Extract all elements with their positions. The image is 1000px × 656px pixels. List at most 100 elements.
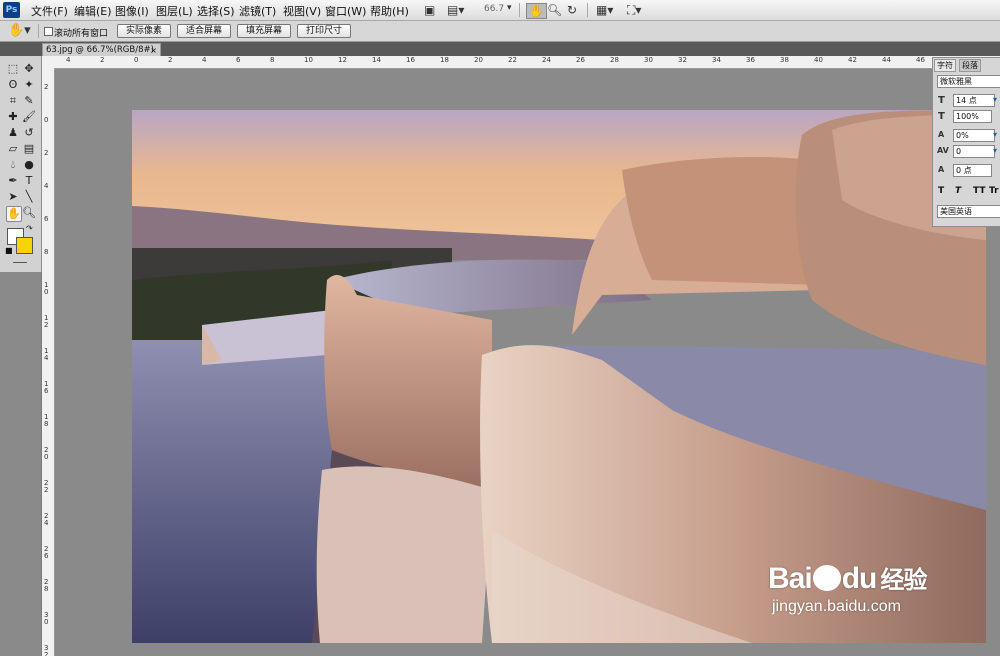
ruler-tick-label: 46: [916, 56, 925, 64]
path-selection-tool-icon[interactable]: ➤: [6, 190, 20, 204]
ruler-tick-label: 44: [882, 56, 891, 64]
menu-item-5[interactable]: 滤镜(T): [239, 3, 276, 19]
ruler-tick-label: 2 6: [44, 545, 49, 560]
scroll-all-windows-checkbox[interactable]: [44, 27, 53, 36]
vertical-ruler[interactable]: 2 0 2 4 6 8 1 0 1 2 1 4 1 6 1 8 2 0 2 2 2 4 2 6 2 8 3 0 3…: [42, 68, 55, 656]
ruler-tick-label: 18: [440, 56, 449, 64]
move-tool-icon[interactable]: ✥: [22, 62, 36, 76]
baidu-jingyan-watermark: Bai du 经验 jingyan.baidu.com: [768, 560, 927, 616]
clone-stamp-tool-icon[interactable]: ♟: [6, 126, 20, 140]
toolbox-empty-area: [0, 272, 42, 656]
document-tab[interactable]: 63.jpg @ 66.7%(RGB/8#) ×: [42, 43, 161, 57]
zoom-tool-icon[interactable]: 🔍︎: [22, 206, 36, 220]
tab-character[interactable]: 字符: [934, 59, 956, 72]
text-style-button-3[interactable]: Tr: [989, 186, 999, 196]
ruler-tick-label: 0: [44, 116, 49, 124]
ruler-tick-label: 40: [814, 56, 823, 64]
character-panel: 字符 段落 微软雅黑 T 14 点 ▾ T 100% A 0% ▾ AV 0 ▾…: [932, 57, 1000, 227]
type-tool-icon[interactable]: T: [22, 174, 36, 188]
chevron-down-icon[interactable]: ▾: [993, 95, 997, 104]
swap-colors-icon[interactable]: ↷: [26, 224, 33, 233]
magic-wand-tool-icon[interactable]: ✦: [22, 78, 36, 92]
menu-item-8[interactable]: 帮助(H): [370, 3, 409, 19]
ruler-tick-label: 4: [44, 182, 49, 190]
eyedropper-tool-icon[interactable]: ✎: [22, 94, 36, 108]
ruler-tick-label: 0: [134, 56, 139, 64]
text-style-button-0[interactable]: T: [938, 186, 944, 196]
ruler-tick-label: 1 4: [44, 347, 49, 362]
photoshop-logo: Ps: [3, 2, 20, 18]
menu-item-2[interactable]: 图像(I): [115, 3, 149, 19]
chevron-down-icon[interactable]: ▾: [993, 146, 997, 155]
fill-screen-button[interactable]: 填充屏幕: [237, 24, 291, 38]
gradient-tool-icon[interactable]: ▤: [22, 142, 36, 156]
ruler-tick-label: 8: [270, 56, 275, 64]
menu-item-0[interactable]: 文件(F): [31, 3, 68, 19]
ruler-tick-label: 10: [304, 56, 313, 64]
eraser-tool-icon[interactable]: ▱: [6, 142, 20, 156]
ruler-tick-label: 38: [780, 56, 789, 64]
text-style-button-2[interactable]: TT: [973, 186, 986, 196]
menu-bar: Ps 文件(F) 编辑(E) 图像(I) 图层(L) 选择(S) 滤镜(T) 视图(V) 窗口…: [0, 0, 1000, 21]
view-extras-icon[interactable]: ▤▾: [447, 3, 464, 17]
chevron-down-icon[interactable]: ▾: [993, 130, 997, 139]
hand-tool-icon[interactable]: ✋: [526, 3, 547, 19]
screen-mode-icon[interactable]: ⛶▾: [627, 3, 641, 18]
menu-item-1[interactable]: 编辑(E): [74, 3, 112, 19]
line-tool-icon[interactable]: ╲: [22, 190, 36, 204]
language-select[interactable]: 美国英语: [937, 205, 1000, 218]
tracking-field[interactable]: 0%: [953, 129, 995, 142]
bridge-icon[interactable]: ▣: [424, 3, 435, 17]
ruler-tick-label: 1 6: [44, 380, 49, 395]
arrange-documents-icon[interactable]: ▦▾: [596, 3, 613, 17]
font-size-field[interactable]: 14 点: [953, 94, 995, 107]
ruler-tick-label: 28: [610, 56, 619, 64]
baseline-shift-icon: A: [938, 165, 945, 174]
background-color-swatch[interactable]: [16, 237, 33, 254]
baseline-shift-field[interactable]: 0 点: [953, 164, 992, 177]
history-brush-tool-icon[interactable]: ↺: [22, 126, 36, 140]
print-size-button[interactable]: 打印尺寸: [297, 24, 351, 38]
actual-pixels-button[interactable]: 实际像素: [117, 24, 171, 38]
ruler-tick-label: 36: [746, 56, 755, 64]
zoom-tool-icon[interactable]: 🔍︎: [547, 3, 562, 17]
ruler-tick-label: 6: [236, 56, 241, 64]
vertical-scale-field[interactable]: 100%: [953, 110, 992, 123]
watermark-brand: Bai: [768, 562, 813, 595]
menu-item-6[interactable]: 视图(V): [283, 3, 321, 19]
ruler-tick-label: 1 2: [44, 314, 49, 329]
healing-brush-tool-icon[interactable]: ✚: [6, 110, 20, 124]
hand-tool-icon[interactable]: ✋: [6, 206, 22, 222]
menu-item-3[interactable]: 图层(L): [156, 3, 193, 19]
marquee-tool-icon[interactable]: ⬚: [6, 62, 20, 76]
ruler-tick-label: 3 2: [44, 644, 49, 656]
hand-tool-preset-icon[interactable]: ✋▾: [8, 23, 31, 38]
dodge-tool-icon[interactable]: ●: [22, 158, 36, 172]
horizontal-ruler[interactable]: 4 2 0 2 4 6 8 10 12 14 16 18 20 22 24 26 28 30 32 34 36 38 40 4…: [42, 56, 1000, 69]
brush-tool-icon[interactable]: 🖌︎: [22, 110, 36, 124]
ruler-tick-label: 2 2: [44, 479, 49, 494]
ruler-tick-label: 32: [678, 56, 687, 64]
watermark-suffix: 经验: [880, 567, 927, 594]
ruler-tick-label: 34: [712, 56, 721, 64]
pen-tool-icon[interactable]: ✒: [6, 174, 20, 188]
ruler-tick-label: 2: [168, 56, 173, 64]
crop-tool-icon[interactable]: ⌗: [6, 94, 20, 108]
default-colors-icon[interactable]: ■: [5, 246, 13, 255]
scroll-all-windows-label: 滚动所有窗口: [54, 29, 109, 39]
quick-mask-icon[interactable]: [13, 262, 27, 263]
rotate-view-icon[interactable]: ↻: [567, 3, 577, 17]
kerning-field[interactable]: 0: [953, 145, 995, 158]
lasso-tool-icon[interactable]: ʘ: [6, 78, 20, 92]
zoom-level-menu[interactable]: 66.7: [484, 4, 504, 14]
menu-item-7[interactable]: 窗口(W): [325, 3, 366, 19]
fit-screen-button[interactable]: 适合屏幕: [177, 24, 231, 38]
paw-icon: [812, 565, 841, 591]
tab-paragraph[interactable]: 段落: [959, 59, 981, 72]
ruler-tick-label: 2: [100, 56, 105, 64]
text-style-button-1[interactable]: T: [955, 186, 961, 196]
chevron-down-icon[interactable]: ▾: [507, 3, 512, 13]
blur-tool-icon[interactable]: 💧︎: [6, 158, 20, 172]
menu-item-4[interactable]: 选择(S): [197, 3, 235, 19]
font-family-field[interactable]: 微软雅黑: [937, 75, 1000, 88]
